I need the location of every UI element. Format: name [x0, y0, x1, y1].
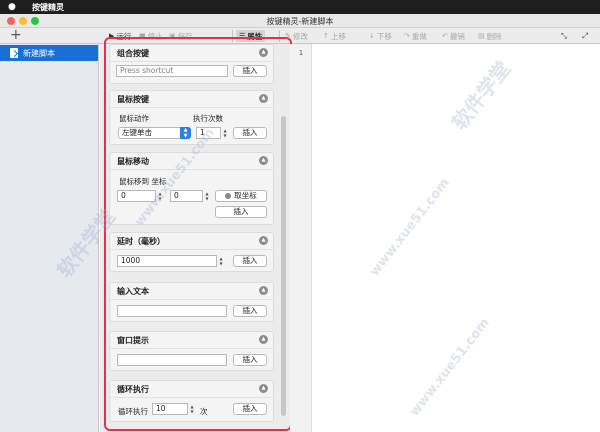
section-divider [110, 249, 273, 250]
section-divider [110, 348, 273, 349]
section-title: 鼠标按键 [117, 95, 149, 104]
toolbar: + ▶ 运行 ■ 停止 ▣ 保存 ☰ 属性 ✎ 修改 ↑ 上移 ↓ 下移 ↷ 重做 ↶ 撤销 ▤ 删… [0, 28, 600, 44]
apple-logo-icon[interactable]: ● [8, 2, 22, 12]
line-number: 1 [298, 49, 304, 57]
loop-label: 循环执行 [118, 407, 148, 416]
section-divider [110, 61, 273, 62]
play-icon: ▶ [109, 32, 115, 40]
loop-count-input[interactable]: 10 [152, 403, 188, 415]
section-title: 鼠标移动 [117, 157, 149, 166]
mouse-action-label: 鼠标动作 [119, 114, 149, 123]
trash-icon: ▤ [478, 32, 485, 40]
stop-icon: ■ [139, 32, 146, 40]
window-tip-section: 窗口提示 ▲ 插入 [109, 331, 274, 371]
save-button[interactable]: ▣ 保存 [169, 30, 193, 42]
save-icon: ▣ [169, 32, 176, 40]
expand-panels-icon[interactable]: ⤢ [582, 30, 588, 42]
section-title: 窗口提示 [117, 336, 149, 345]
section-title: 延时（毫秒） [117, 237, 165, 246]
get-coordinate-button[interactable]: 取坐标 [215, 190, 267, 202]
section-title: 组合按键 [117, 49, 149, 58]
mouse-action-select[interactable]: 左键单击 ▲ ▼ [118, 127, 191, 139]
y-coordinate-stepper[interactable]: ▲ ▼ [204, 190, 210, 202]
section-divider [110, 169, 273, 170]
combo-key-section: 组合按键 ▲ Press shortcut 插入 [109, 44, 274, 84]
add-script-button[interactable]: + [10, 28, 22, 43]
insert-loop-button[interactable]: 插入 [233, 403, 267, 415]
section-title: 循环执行 [117, 385, 149, 394]
loop-section: 循环执行 ▲ 循环执行 10 ▲ ▼ 次 插入 [109, 380, 274, 422]
toolbar-divider [279, 30, 280, 42]
redo-button[interactable]: ↷ 重做 [404, 30, 427, 42]
text-input[interactable] [117, 305, 227, 317]
window-titlebar: 按键精灵-新建脚本 [0, 14, 600, 28]
collapse-icon[interactable]: ▲ [259, 335, 268, 344]
collapse-icon[interactable]: ▲ [259, 156, 268, 165]
undo-icon: ↶ [442, 32, 448, 40]
exec-count-label: 执行次数 [193, 114, 223, 123]
section-title: 输入文本 [117, 287, 149, 296]
insert-window-tip-button[interactable]: 插入 [233, 354, 267, 366]
loop-count-stepper[interactable]: ▲ ▼ [189, 403, 195, 415]
input-text-section: 输入文本 ▲ 插入 [109, 282, 274, 322]
collapse-icon[interactable]: ▲ [259, 236, 268, 245]
delay-section: 延时（毫秒） ▲ 1000 ▲ ▼ 插入 [109, 232, 274, 272]
delay-input[interactable]: 1000 [117, 255, 217, 267]
mouse-key-section: 鼠标按键 ▲ 鼠标动作 执行次数 左键单击 ▲ ▼ 1 ▲ ▼ 插入 [109, 90, 274, 145]
insert-delay-button[interactable]: 插入 [233, 255, 267, 267]
redo-icon: ↷ [404, 32, 410, 40]
section-divider [110, 397, 273, 398]
insert-combo-key-button[interactable]: 插入 [233, 65, 267, 77]
collapse-panels-icon[interactable]: ⤡ [561, 30, 567, 42]
collapse-icon[interactable]: ▲ [259, 286, 268, 295]
line-number-gutter: 1 [290, 44, 312, 432]
y-coordinate-input[interactable]: 0 [170, 190, 203, 202]
sidebar-item-new-script[interactable]: 新建脚本 [0, 45, 98, 61]
section-divider [110, 107, 273, 108]
menu-bar: ● 按键精灵 [0, 0, 600, 14]
pencil-icon: ✎ [285, 32, 291, 40]
delete-button[interactable]: ▤ 删除 [478, 30, 502, 42]
undo-button[interactable]: ↶ 撤销 [442, 30, 465, 42]
collapse-icon[interactable]: ▲ [259, 94, 268, 103]
app-menu-name[interactable]: 按键精灵 [32, 2, 64, 13]
move-down-button[interactable]: ↓ 下移 [369, 30, 392, 42]
properties-icon: ☰ [239, 32, 246, 40]
stop-button[interactable]: ■ 停止 [139, 30, 163, 42]
exec-count-stepper[interactable]: ▲ ▼ [222, 127, 228, 139]
arrow-up-icon: ↑ [323, 32, 329, 40]
section-divider [110, 299, 273, 300]
insert-mouse-key-button[interactable]: 插入 [233, 127, 267, 139]
arrow-down-icon: ↓ [369, 32, 375, 40]
run-button[interactable]: ▶ 运行 [109, 30, 131, 42]
edit-button[interactable]: ✎ 修改 [285, 30, 308, 42]
panel-scrollbar[interactable] [281, 116, 286, 416]
window-tip-input[interactable] [117, 354, 227, 366]
delay-stepper[interactable]: ▲ ▼ [218, 255, 224, 267]
window-title: 按键精灵-新建脚本 [266, 17, 334, 26]
insert-text-button[interactable]: 插入 [233, 305, 267, 317]
insert-mouse-move-button[interactable]: 插入 [215, 206, 267, 218]
toolbar-divider [232, 30, 233, 42]
collapse-icon[interactable]: ▲ [259, 384, 268, 393]
move-up-button[interactable]: ↑ 上移 [323, 30, 346, 42]
collapse-icon[interactable]: ▲ [259, 48, 268, 57]
loop-unit-label: 次 [200, 407, 208, 416]
chevron-updown-icon: ▲ ▼ [180, 127, 191, 139]
script-file-icon [10, 48, 18, 58]
properties-button[interactable]: ☰ 属性 [236, 30, 266, 42]
shortcut-input[interactable]: Press shortcut [116, 65, 228, 77]
pin-icon [225, 193, 232, 199]
